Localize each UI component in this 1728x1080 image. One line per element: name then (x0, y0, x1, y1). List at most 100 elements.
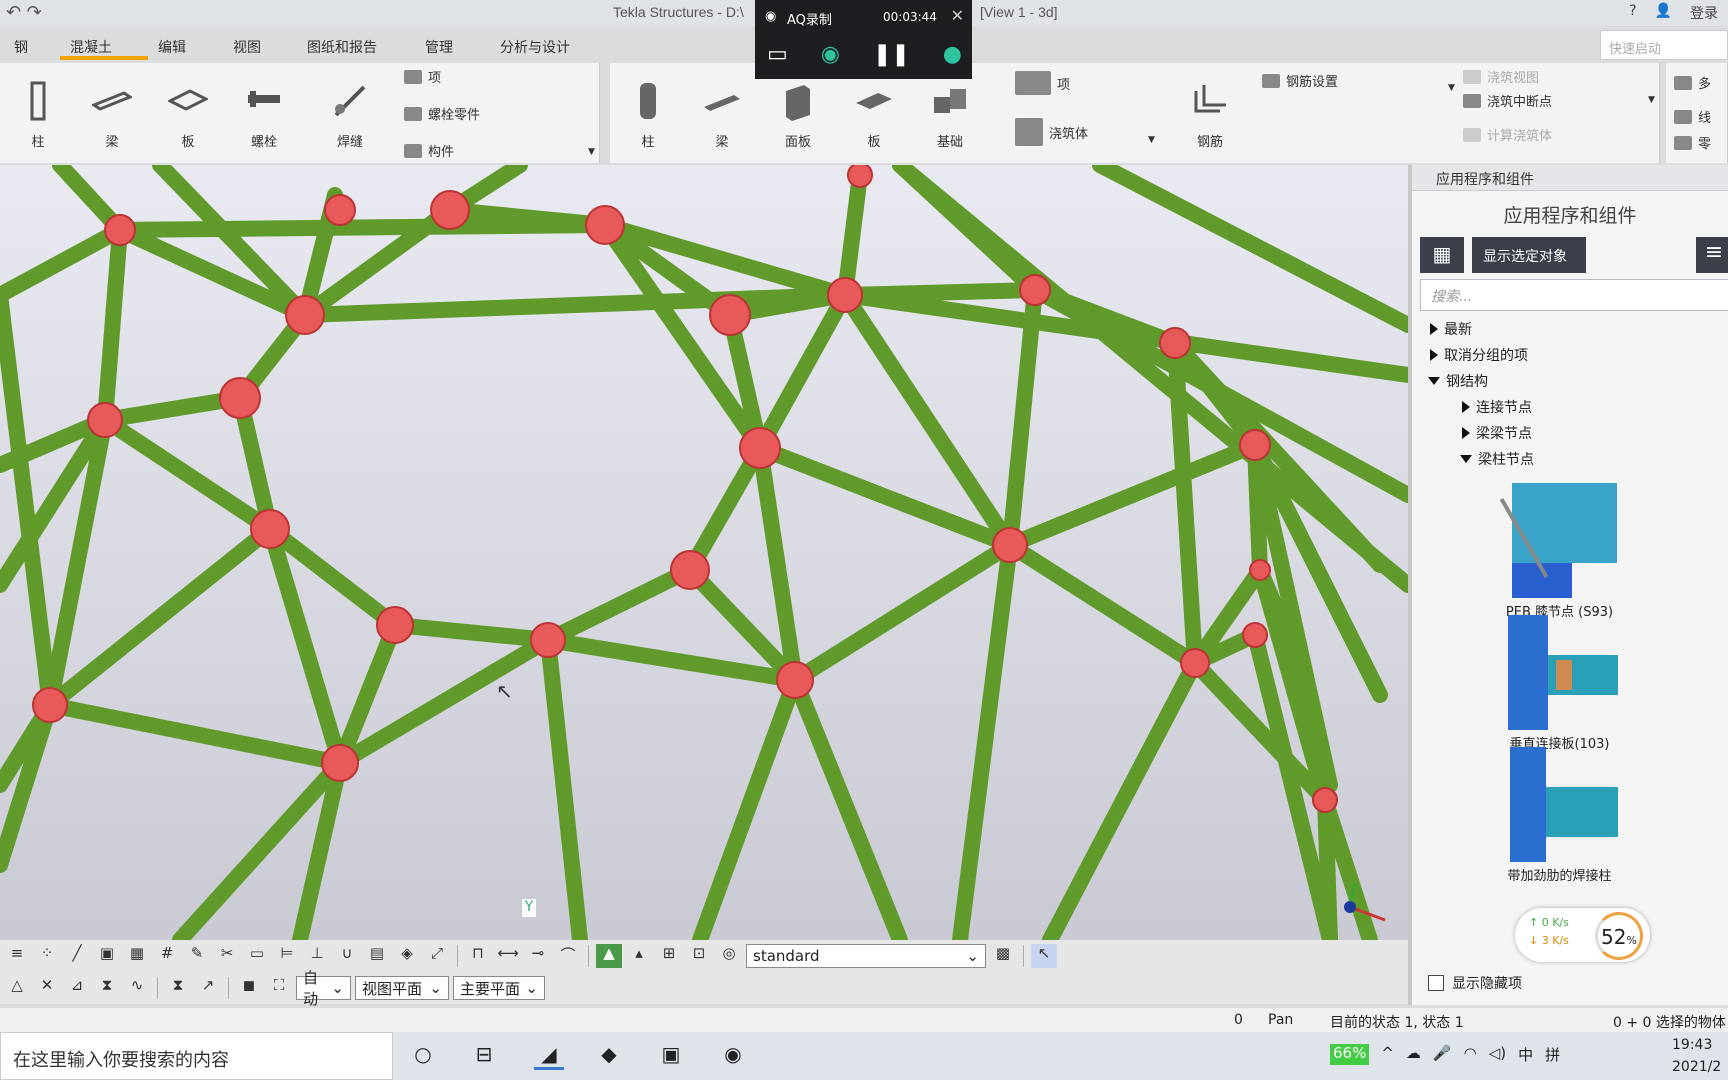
stack-icon[interactable]: ◈ (394, 944, 420, 968)
footing-button[interactable]: 基础 (930, 81, 970, 150)
diagonal-arrow-icon[interactable]: ↗ (195, 976, 221, 1000)
battery-indicator[interactable]: 66% (1330, 1044, 1370, 1065)
chevron-down-icon[interactable]: ▼ (588, 147, 595, 157)
steel-beam-button[interactable]: 梁 (90, 81, 134, 150)
tree-item-beam-beam[interactable]: 梁梁节点 (1462, 423, 1532, 443)
select-arrow-icon[interactable]: ↖ (1031, 944, 1057, 968)
rebar-settings-button[interactable]: 钢筋设置 (1262, 71, 1338, 90)
pause-icon[interactable]: ❚❚ (873, 42, 910, 67)
snap-grid2-icon[interactable]: # (154, 944, 180, 968)
work-plane-select[interactable]: 视图平面 ⌄ (355, 976, 449, 1000)
steel-column-button[interactable]: 柱 (18, 81, 58, 150)
triangle-icon[interactable]: △ (4, 976, 30, 1000)
tree-item-steel[interactable]: 钢结构 (1428, 371, 1488, 391)
main-plane-select[interactable]: 主要平面 ⌄ (453, 976, 545, 1000)
steel-plate-button[interactable]: 板 (166, 81, 210, 150)
concrete-column-button[interactable]: 柱 (628, 81, 668, 150)
window-capture-icon[interactable]: ▭ (767, 42, 788, 67)
snap-depth-select[interactable]: 自动 ⌄ (296, 969, 351, 1008)
component-search-input[interactable]: 搜索... (1420, 279, 1728, 311)
more-button-1[interactable]: 多 (1674, 73, 1711, 92)
calc-pour-button[interactable]: 计算浇筑体 (1463, 125, 1552, 144)
clock[interactable]: 19:43 2021/2 (1672, 1034, 1721, 1078)
task-view-icon[interactable]: ⊟ (469, 1042, 499, 1070)
selection-filter-select[interactable]: standard ⌄ (746, 944, 986, 968)
component-thumb-stiffened-weld[interactable]: 带加劲肋的焊接柱 (1502, 747, 1618, 884)
hourglass-icon[interactable]: ⧗ (165, 976, 191, 1000)
component-thumb-vertical-plate[interactable]: 垂直连接板(103) (1502, 615, 1618, 752)
more-button-3[interactable]: 零 (1674, 133, 1711, 152)
profile-icon[interactable]: ⊥ (304, 944, 330, 968)
snap-reference-icon[interactable]: ≡ (4, 944, 30, 968)
hourglass-cross-icon[interactable]: ⧗ (94, 976, 120, 1000)
tree-item-connections[interactable]: 连接节点 (1462, 397, 1532, 417)
curve-icon[interactable]: ∪ (334, 944, 360, 968)
tree-item-recent[interactable]: 最新 (1430, 319, 1472, 339)
tab-analysis[interactable]: 分析与设计 (500, 37, 570, 57)
steel-item-button[interactable]: 项 (404, 67, 441, 86)
weld-button[interactable]: 焊缝 (330, 81, 370, 150)
panel-menu-button[interactable]: ≡ (1696, 237, 1728, 273)
undo-redo-icon[interactable]: ↶ ↷ (6, 2, 42, 23)
tree-item-ungrouped[interactable]: 取消分组的项 (1430, 345, 1528, 365)
panel-button[interactable]: 面板 (778, 81, 818, 150)
recorder-app-icon[interactable]: ◉ (718, 1042, 748, 1070)
snap-line-icon[interactable]: ╱ (64, 944, 90, 968)
component-thumb-peb-knee[interactable]: PEB 膝节点 (S93) (1499, 483, 1617, 620)
model-viewport[interactable]: ↖ (0, 165, 1408, 940)
app3-icon[interactable]: ▣ (656, 1042, 686, 1070)
tab-edit[interactable]: 编辑 (158, 37, 186, 57)
checkbox-box[interactable] (1428, 975, 1444, 991)
tekla-app-icon[interactable]: ◢ (534, 1042, 564, 1070)
snap-edit-icon[interactable]: ✎ (184, 944, 210, 968)
mic-icon[interactable]: 🎤 (1433, 1044, 1452, 1065)
align-icon[interactable]: ⊨ (274, 944, 300, 968)
pour-break-button[interactable]: 浇筑中断点 (1463, 91, 1552, 110)
cortana-icon[interactable]: ○ (408, 1042, 438, 1070)
pour-chevron-down-icon[interactable]: ▼ (1148, 135, 1155, 145)
layer-icon[interactable]: ▤ (364, 944, 390, 968)
app2-icon[interactable]: ◆ (594, 1042, 624, 1070)
angle-icon[interactable]: ⊿ (64, 976, 90, 1000)
select-all-icon[interactable]: ▲ (596, 944, 622, 968)
record-icon[interactable]: ◉ (821, 42, 840, 67)
filter-settings-icon[interactable]: ▩ (990, 944, 1016, 968)
window-icon[interactable]: ▭ (244, 944, 270, 968)
tab-steel[interactable]: 钢 (14, 37, 28, 57)
frame-icon[interactable]: ⛶ (266, 976, 292, 1000)
rebar-button[interactable]: 钢筋 (1190, 81, 1230, 150)
show-selected-button[interactable]: 显示选定对象 (1472, 237, 1586, 273)
bolt-button[interactable]: 螺栓 (244, 81, 284, 150)
wave-icon[interactable]: ∿ (124, 976, 150, 1000)
ime-mode[interactable]: 中 (1518, 1044, 1533, 1065)
snap-box-icon[interactable]: ▣ (94, 944, 120, 968)
select-part-icon[interactable]: ▴ (626, 944, 652, 968)
help-icon[interactable]: ? (1629, 3, 1636, 23)
pour-button[interactable]: 浇筑体 (1015, 118, 1088, 146)
volume-icon[interactable]: ◁) (1489, 1044, 1506, 1065)
arc-icon[interactable]: ⌒ (555, 944, 581, 968)
ime-pinyin[interactable]: 拼 (1545, 1044, 1560, 1065)
pick-icon[interactable]: ⤢ (424, 944, 450, 968)
pour-view-button[interactable]: 浇筑视图 (1463, 67, 1539, 86)
square-icon[interactable]: ◼ (236, 976, 262, 1000)
concrete-item-button[interactable]: 项 (1015, 71, 1070, 95)
tab-view[interactable]: 视图 (233, 37, 261, 57)
tree-item-beam-column[interactable]: 梁柱节点 (1460, 449, 1534, 469)
microphone-icon[interactable]: ● (943, 42, 962, 67)
network-icon[interactable]: ☁ (1406, 1044, 1421, 1065)
distance-icon[interactable]: ⟷ (495, 944, 521, 968)
pour-break-chevron-icon[interactable]: ▼ (1648, 95, 1655, 105)
concrete-beam-button[interactable]: 梁 (702, 81, 742, 150)
component-button[interactable]: 构件 (404, 141, 454, 160)
taskbar-search-input[interactable]: 在这里输入你要搜索的内容 (0, 1032, 393, 1080)
select-assembly-icon[interactable]: ⊞ (656, 944, 682, 968)
measure-icon[interactable]: ⊓ (465, 944, 491, 968)
query-icon[interactable]: ◎ (716, 944, 742, 968)
login-link[interactable]: 登录 (1690, 3, 1718, 23)
grid-view-button[interactable]: ▦ (1420, 237, 1464, 273)
select-component-icon[interactable]: ⊡ (686, 944, 712, 968)
tab-concrete[interactable]: 混凝土 (70, 37, 112, 57)
wifi-icon[interactable]: ◠ (1464, 1044, 1477, 1065)
rebar-settings-chevron-icon[interactable]: ▼ (1448, 83, 1455, 93)
